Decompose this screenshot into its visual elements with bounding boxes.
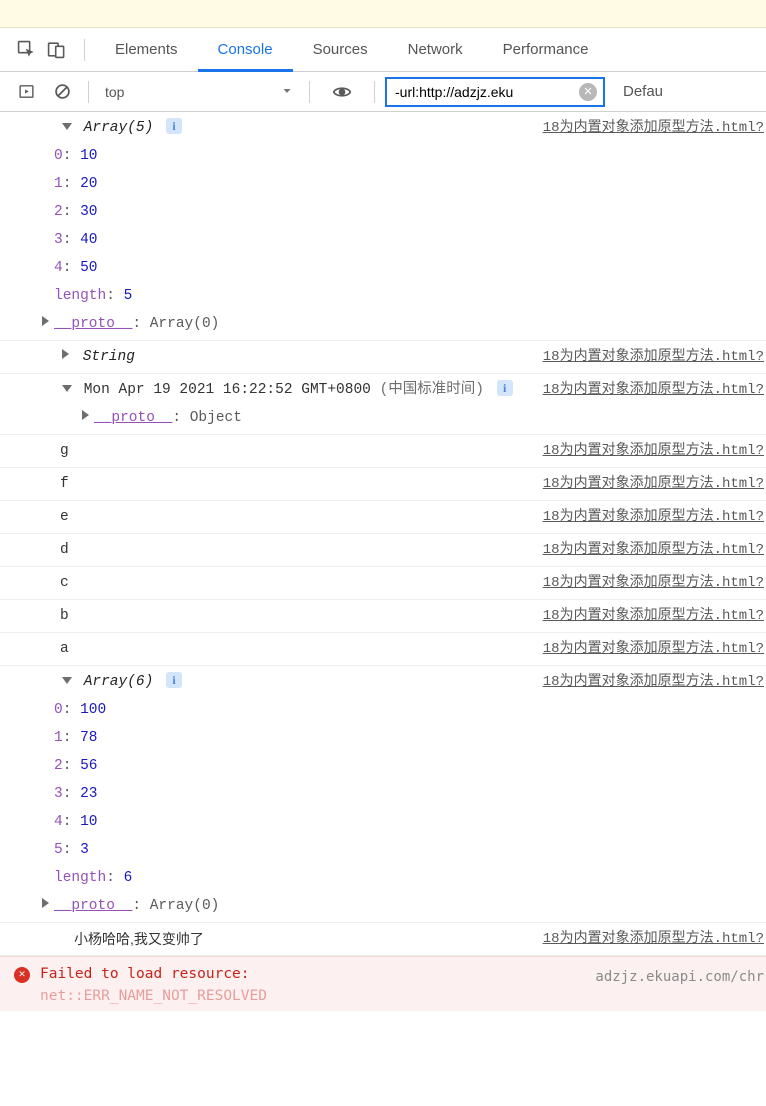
error-message-2: net::ERR_NAME_NOT_RESOLVED — [40, 985, 267, 1007]
expand-down-icon[interactable] — [62, 677, 72, 684]
object-header: String — [83, 349, 135, 365]
warning-bar — [0, 0, 766, 28]
live-expression-icon[interactable] — [330, 80, 354, 104]
filter-input-wrapper: ✕ — [385, 77, 605, 107]
console-toolbar: top ✕ Defau — [0, 72, 766, 112]
log-row[interactable]: a18为内置对象添加原型方法.html? — [0, 633, 766, 666]
expand-right-icon[interactable] — [42, 316, 51, 326]
tab-network[interactable]: Network — [388, 28, 483, 72]
source-link[interactable]: 18为内置对象添加原型方法.html? — [543, 349, 764, 365]
log-row[interactable]: 小杨哈哈,我又变帅了 18为内置对象添加原型方法.html? — [0, 923, 766, 956]
info-icon[interactable]: i — [497, 380, 513, 396]
log-row[interactable]: String 18为内置对象添加原型方法.html? — [0, 341, 766, 374]
log-row[interactable]: e18为内置对象添加原型方法.html? — [0, 501, 766, 534]
log-row[interactable]: g18为内置对象添加原型方法.html? — [0, 435, 766, 468]
error-icon: ✕ — [14, 967, 30, 983]
object-header: Array(6) — [84, 674, 154, 690]
levels-label[interactable]: Defau — [623, 83, 663, 100]
error-row[interactable]: ✕ Failed to load resource: net::ERR_NAME… — [0, 956, 766, 1011]
source-link[interactable]: 18为内置对象添加原型方法.html? — [543, 120, 764, 136]
object-header: Array(5) — [84, 120, 154, 136]
expand-right-icon[interactable] — [62, 349, 71, 359]
tab-elements[interactable]: Elements — [95, 28, 198, 72]
error-source[interactable]: adzjz.ekuapi.com/chr — [595, 963, 766, 1007]
expand-right-icon[interactable] — [82, 410, 91, 420]
toggle-sidebar-icon[interactable] — [14, 80, 38, 104]
console-output: Array(5) i 0: 10 1: 20 2: 30 3: 40 4: 50… — [0, 112, 766, 1011]
device-toggle-icon[interactable] — [44, 38, 68, 62]
date-header: Mon Apr 19 2021 16:22:52 GMT+0800 — [84, 382, 371, 398]
devtools-tabs: Elements Console Sources Network Perform… — [0, 28, 766, 72]
source-link[interactable]: 18为内置对象添加原型方法.html? — [543, 542, 764, 558]
clear-console-icon[interactable] — [50, 80, 74, 104]
inspect-element-icon[interactable] — [14, 38, 38, 62]
filter-input[interactable] — [395, 84, 575, 100]
clear-filter-icon[interactable]: ✕ — [579, 83, 597, 101]
separator — [309, 81, 310, 103]
separator — [84, 39, 85, 61]
log-text: 小杨哈哈,我又变帅了 — [14, 925, 204, 953]
tab-console[interactable]: Console — [198, 28, 293, 72]
source-link[interactable]: 18为内置对象添加原型方法.html? — [543, 476, 764, 492]
info-icon[interactable]: i — [166, 118, 182, 134]
error-message-1: Failed to load resource: — [40, 963, 267, 985]
chevron-down-icon — [281, 84, 293, 100]
source-link[interactable]: 18为内置对象添加原型方法.html? — [543, 443, 764, 459]
log-row[interactable]: c18为内置对象添加原型方法.html? — [0, 567, 766, 600]
log-row[interactable]: b18为内置对象添加原型方法.html? — [0, 600, 766, 633]
source-link[interactable]: 18为内置对象添加原型方法.html? — [543, 382, 764, 398]
context-selector[interactable]: top — [99, 79, 299, 105]
log-row[interactable]: Array(6) i 0: 100 1: 78 2: 56 3: 23 4: 1… — [0, 666, 766, 923]
log-row[interactable]: Mon Apr 19 2021 16:22:52 GMT+0800 (中国标准时… — [0, 374, 766, 435]
log-row[interactable]: Array(5) i 0: 10 1: 20 2: 30 3: 40 4: 50… — [0, 112, 766, 341]
context-value: top — [105, 84, 124, 100]
separator — [88, 81, 89, 103]
separator — [374, 81, 375, 103]
source-link[interactable]: 18为内置对象添加原型方法.html? — [543, 931, 764, 947]
tab-performance[interactable]: Performance — [483, 28, 609, 72]
log-row[interactable]: f18为内置对象添加原型方法.html? — [0, 468, 766, 501]
tab-sources[interactable]: Sources — [293, 28, 388, 72]
expand-down-icon[interactable] — [62, 385, 72, 392]
log-row[interactable]: d18为内置对象添加原型方法.html? — [0, 534, 766, 567]
expand-right-icon[interactable] — [42, 898, 51, 908]
source-link[interactable]: 18为内置对象添加原型方法.html? — [543, 608, 764, 624]
source-link[interactable]: 18为内置对象添加原型方法.html? — [543, 575, 764, 591]
info-icon[interactable]: i — [166, 672, 182, 688]
source-link[interactable]: 18为内置对象添加原型方法.html? — [543, 674, 764, 690]
source-link[interactable]: 18为内置对象添加原型方法.html? — [543, 509, 764, 525]
source-link[interactable]: 18为内置对象添加原型方法.html? — [543, 641, 764, 657]
expand-down-icon[interactable] — [62, 123, 72, 130]
